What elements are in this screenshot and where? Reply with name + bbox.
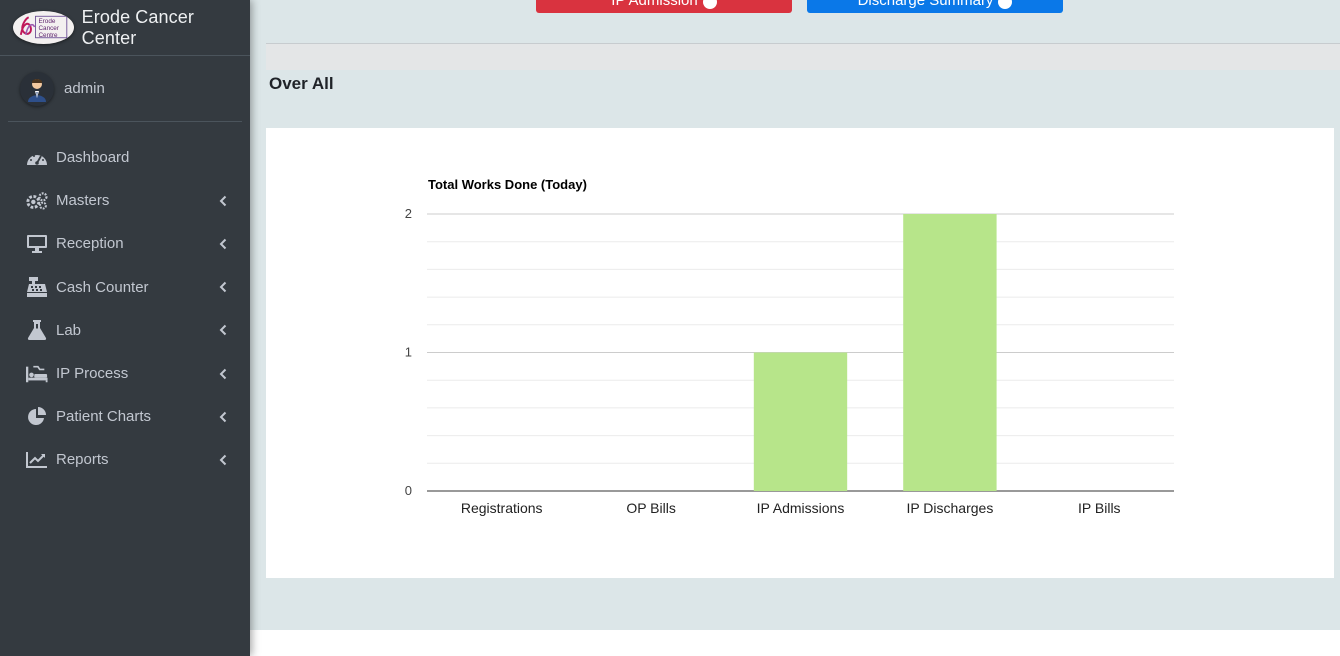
- sidebar-item-label: Patient Charts: [56, 408, 152, 426]
- chevron-left-icon: [218, 453, 228, 467]
- x-tick-label: Registrations: [461, 500, 543, 516]
- x-tick-label: IP Discharges: [906, 500, 993, 516]
- question-circle-icon: [702, 0, 717, 9]
- chevron-left-icon: [218, 410, 228, 424]
- sidebar-item-reception[interactable]: Reception: [0, 222, 250, 265]
- header-band: [266, 44, 1340, 70]
- main-content: IP Admission Discharge Summary Over All …: [250, 0, 1340, 656]
- sidebar-item-label: Reports: [56, 451, 109, 469]
- flask-icon: [26, 320, 48, 341]
- user-name[interactable]: admin: [64, 80, 105, 97]
- discharge-summary-button[interactable]: Discharge Summary: [807, 0, 1063, 13]
- tachometer-icon: [26, 148, 48, 168]
- brand-link[interactable]: Erode Cancer Centre Erode Cancer Center: [0, 0, 250, 56]
- chart-title: Total Works Done (Today): [428, 177, 587, 192]
- desktop-icon: [26, 234, 48, 254]
- sidebar-item-label: IP Process: [56, 365, 129, 383]
- sidebar-item-masters[interactable]: Masters: [0, 179, 250, 222]
- procedures-icon: [26, 364, 48, 384]
- y-tick-label: 0: [405, 483, 412, 498]
- chevron-left-icon: [218, 194, 228, 208]
- user-avatar-icon: [20, 71, 54, 106]
- brand-logo: Erode Cancer Centre: [13, 11, 74, 44]
- x-tick-label: IP Bills: [1078, 500, 1121, 516]
- chart-card: Total Works Done (Today) 0 1 2 Registratio…: [266, 128, 1334, 578]
- chevron-left-icon: [218, 367, 228, 381]
- bar-ip-discharges[interactable]: [903, 214, 997, 491]
- chevron-left-icon: [218, 323, 228, 337]
- y-tick-label: 2: [405, 206, 412, 221]
- works-done-chart: Total Works Done (Today) 0 1 2 Registratio…: [405, 177, 1174, 516]
- bar-ip-admissions[interactable]: [753, 352, 848, 492]
- sidebar-item-label: Reception: [56, 235, 124, 253]
- sidebar: Erode Cancer Centre Erode Cancer Center …: [0, 0, 250, 656]
- action-bar: IP Admission Discharge Summary: [250, 0, 1340, 43]
- sidebar-item-dashboard[interactable]: Dashboard: [0, 136, 250, 179]
- sidebar-item-ip-process[interactable]: IP Process: [0, 352, 250, 395]
- chevron-left-icon: [218, 280, 228, 294]
- question-circle-icon: [998, 0, 1013, 9]
- logo-line-3: Centre: [38, 32, 58, 39]
- chevron-left-icon: [218, 237, 228, 251]
- user-panel[interactable]: admin: [8, 56, 242, 122]
- sidebar-item-cash-counter[interactable]: Cash Counter: [0, 266, 250, 309]
- line-chart-icon: [26, 450, 48, 470]
- brand-title: Erode Cancer Center: [81, 6, 194, 48]
- x-tick-label: IP Admissions: [757, 500, 845, 516]
- sidebar-item-label: Masters: [56, 192, 110, 210]
- discharge-summary-label: Discharge Summary: [857, 0, 994, 9]
- sidebar-item-patient-charts[interactable]: Patient Charts: [0, 395, 250, 438]
- sidebar-item-label: Dashboard: [56, 149, 130, 167]
- footer: [250, 630, 1340, 656]
- y-tick-label: 1: [405, 345, 412, 360]
- x-tick-label: OP Bills: [626, 500, 676, 516]
- pie-chart-icon: [26, 406, 48, 427]
- sidebar-item-lab[interactable]: Lab: [0, 309, 250, 352]
- section-title: Over All: [269, 74, 334, 93]
- sidebar-item-reports[interactable]: Reports: [0, 438, 250, 481]
- ip-admission-button[interactable]: IP Admission: [536, 0, 792, 13]
- sidebar-item-label: Lab: [56, 321, 82, 339]
- cash-register-icon: [26, 277, 48, 298]
- ip-admission-label: IP Admission: [611, 0, 698, 9]
- cogs-icon: [26, 191, 48, 211]
- sidebar-nav: Dashboard Masters Reception Cash Counter: [0, 136, 250, 482]
- sidebar-item-label: Cash Counter: [56, 278, 149, 296]
